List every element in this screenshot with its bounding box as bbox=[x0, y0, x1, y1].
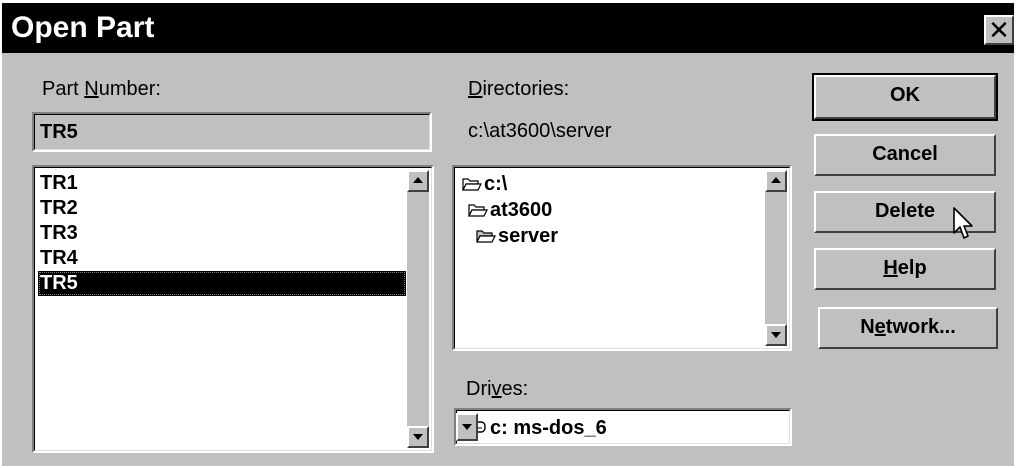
part-list-scroll-down-button[interactable] bbox=[407, 426, 429, 448]
arrow-up-icon bbox=[771, 177, 781, 183]
part-list-item-tr1[interactable]: TR1 bbox=[38, 171, 406, 196]
drives-dropdown-button[interactable] bbox=[456, 413, 478, 441]
directories-scroll-down-button[interactable] bbox=[765, 324, 787, 346]
arrow-down-icon bbox=[771, 332, 781, 338]
directory-item-label: c:\ bbox=[484, 173, 508, 195]
help-button[interactable]: Help bbox=[814, 248, 996, 290]
directory-item-at3600[interactable]: at3600 bbox=[468, 197, 558, 223]
network-button[interactable]: Network... bbox=[818, 307, 998, 349]
directory-item-server[interactable]: server bbox=[476, 223, 558, 249]
directories-scrollbar[interactable] bbox=[765, 170, 787, 346]
part-number-list[interactable]: TR1 TR2 TR3 TR4 TR5 bbox=[32, 165, 434, 453]
drives-selected-value: c: ms-dos_6 bbox=[490, 417, 607, 439]
directories-list[interactable]: c:\ at3600 server bbox=[452, 165, 792, 351]
current-directory-path: c:\at3600\server bbox=[468, 120, 612, 142]
directory-item-root[interactable]: c:\ bbox=[462, 171, 558, 197]
arrow-up-icon bbox=[413, 177, 423, 183]
directories-label: Directories: bbox=[468, 78, 570, 100]
ok-button[interactable]: OK bbox=[812, 73, 998, 121]
drives-combobox[interactable]: c: ms-dos_6 bbox=[454, 408, 792, 446]
title-bar[interactable]: Open Part ✕ bbox=[2, 3, 1014, 53]
cancel-button[interactable]: Cancel bbox=[814, 134, 996, 176]
part-list-scrollbar[interactable] bbox=[407, 170, 429, 448]
part-list-item-tr2[interactable]: TR2 bbox=[38, 196, 406, 221]
open-part-dialog: Open Part ✕ Part Number: TR5 TR1 TR2 TR3… bbox=[2, 3, 1014, 466]
part-number-label: Part Number: bbox=[42, 78, 161, 100]
drives-label: Drives: bbox=[466, 378, 529, 400]
open-folder-icon bbox=[462, 178, 482, 191]
part-list-item-tr4[interactable]: TR4 bbox=[38, 246, 406, 271]
part-number-input[interactable]: TR5 bbox=[32, 112, 432, 152]
open-folder-icon bbox=[468, 204, 488, 217]
window-title: Open Part bbox=[11, 11, 155, 44]
open-folder-icon bbox=[476, 230, 496, 243]
directory-item-label: at3600 bbox=[490, 199, 553, 221]
chevron-down-icon bbox=[462, 424, 472, 430]
close-button[interactable]: ✕ bbox=[984, 15, 1014, 45]
directories-scroll-up-button[interactable] bbox=[765, 170, 787, 192]
part-number-value: TR5 bbox=[40, 121, 78, 143]
part-list-scroll-up-button[interactable] bbox=[407, 170, 429, 192]
close-icon: ✕ bbox=[988, 15, 1010, 45]
arrow-down-icon bbox=[413, 434, 423, 440]
directory-item-label: server bbox=[498, 225, 559, 247]
mouse-pointer-icon bbox=[953, 207, 973, 239]
part-list-item-tr3[interactable]: TR3 bbox=[38, 221, 406, 246]
part-list-item-tr5[interactable]: TR5 bbox=[38, 271, 406, 296]
